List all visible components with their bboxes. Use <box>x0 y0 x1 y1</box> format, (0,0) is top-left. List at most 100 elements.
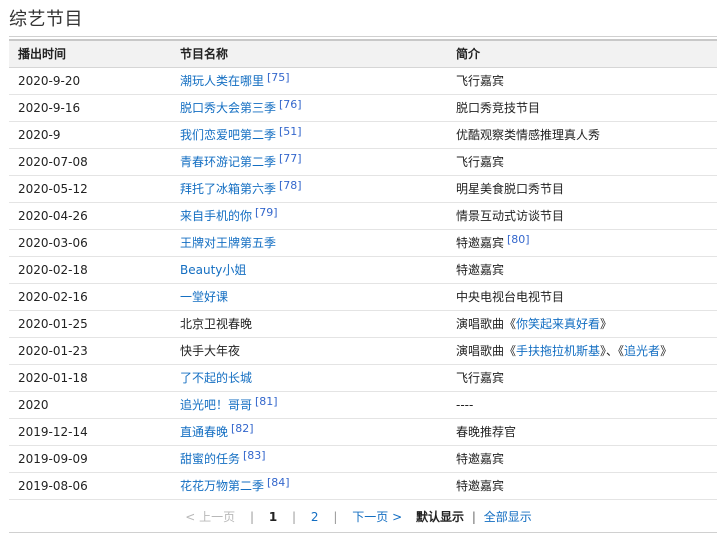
program-name-link[interactable]: 王牌对王牌第五季 <box>180 236 276 250</box>
program-description: 特邀嘉宾 <box>456 452 505 466</box>
current-page: 1 <box>268 510 278 524</box>
reference-link[interactable]: [79] <box>255 206 278 219</box>
broadcast-date: 2020-01-25 <box>9 310 171 338</box>
program-desc-cell: 特邀嘉宾 <box>447 472 717 500</box>
broadcast-date: 2020-9-20 <box>9 67 171 95</box>
table-row: 2019-09-09 甜蜜的任务 [83] 特邀嘉宾 <box>9 445 717 473</box>
table-row: 2020-03-06 王牌对王牌第五季 特邀嘉宾 [80] <box>9 229 717 257</box>
program-name: 北京卫视春晚 <box>180 317 253 331</box>
program-description: 春晚推荐官 <box>456 425 517 439</box>
reference-link[interactable]: [75] <box>267 71 290 84</box>
song-link[interactable]: 手扶拖拉机斯基 <box>516 344 600 358</box>
program-description: ---- <box>456 397 474 412</box>
program-description: 飞行嘉宾 <box>456 371 505 385</box>
section-title: 综艺节目 <box>9 9 83 30</box>
program-desc-cell: 脱口秀竞技节目 <box>447 94 717 122</box>
program-name-cell: 甜蜜的任务 [83] <box>171 445 447 473</box>
description-prefix: 演唱歌曲《 <box>456 317 517 331</box>
description-suffix: 》 <box>660 344 673 358</box>
prev-page-button[interactable]: < 上一页 <box>185 508 235 525</box>
program-name-cell: 北京卫视春晚 <box>171 310 447 338</box>
table-row: 2020-05-12 拜托了冰箱第六季 [78] 明星美食脱口秀节目 <box>9 175 717 203</box>
description-prefix: 演唱歌曲《 <box>456 344 517 358</box>
pager-separator: | <box>292 510 297 524</box>
description-separator: 》、《 <box>600 344 625 358</box>
program-name-cell: 来自手机的你 [79] <box>171 202 447 230</box>
reference-link[interactable]: [77] <box>279 152 302 165</box>
reference-link[interactable]: [76] <box>279 98 302 111</box>
header-name: 节目名称 <box>171 39 447 68</box>
broadcast-date: 2020-02-18 <box>9 256 171 284</box>
program-description: 飞行嘉宾 <box>456 74 505 88</box>
program-name-link[interactable]: 花花万物第二季 <box>180 479 264 493</box>
pager-separator: | <box>333 510 338 524</box>
program-name-link[interactable]: 直通春晚 <box>180 425 228 439</box>
program-description: 脱口秀竞技节目 <box>456 101 541 115</box>
program-name-link[interactable]: 脱口秀大会第三季 <box>180 101 276 115</box>
header-desc: 简介 <box>447 39 717 68</box>
program-name-cell: 追光吧！哥哥 [81] <box>171 391 447 419</box>
program-name-cell: 我们恋爱吧第二季 [51] <box>171 121 447 149</box>
program-desc-cell: 优酷观察类情感推理真人秀 <box>447 121 717 149</box>
program-desc-cell: 特邀嘉宾 [80] <box>447 229 717 257</box>
reference-link[interactable]: [82] <box>231 422 254 435</box>
reference-link[interactable]: [80] <box>507 233 530 246</box>
program-name-link[interactable]: 来自手机的你 <box>180 209 252 223</box>
program-desc-cell: 飞行嘉宾 <box>447 364 717 392</box>
program-desc-cell: 特邀嘉宾 <box>447 256 717 284</box>
reference-link[interactable]: [84] <box>267 476 290 489</box>
program-name-cell: Beauty小姐 <box>171 256 447 284</box>
program-name-cell: 一堂好课 <box>171 283 447 311</box>
program-name-link[interactable]: 一堂好课 <box>180 290 228 304</box>
table-row: 2020-9 我们恋爱吧第二季 [51] 优酷观察类情感推理真人秀 <box>9 121 717 149</box>
broadcast-date: 2020-05-12 <box>9 175 171 203</box>
broadcast-date: 2019-08-06 <box>9 472 171 500</box>
pagination: < 上一页 | 1 | 2 | 下一页 > 默认显示 | 全部显示 <box>0 508 717 525</box>
program-name-link[interactable]: 我们恋爱吧第二季 <box>180 128 276 142</box>
variety-show-table: 播出时间 节目名称 简介 2020-9-20 潮玩人类在哪里 [75] 飞行嘉宾 202… <box>9 39 717 500</box>
default-view-toggle[interactable]: 默认显示 <box>416 508 464 525</box>
program-desc-cell: 特邀嘉宾 <box>447 445 717 473</box>
program-desc-cell: 情景互动式访谈节目 <box>447 202 717 230</box>
reference-link[interactable]: [51] <box>279 125 302 138</box>
broadcast-date: 2020-04-26 <box>9 202 171 230</box>
page-2-link[interactable]: 2 <box>311 510 319 524</box>
bottom-divider <box>9 532 717 533</box>
program-name-link[interactable]: 甜蜜的任务 <box>180 452 240 466</box>
program-desc-cell: 演唱歌曲《手扶拖拉机斯基》、《追光者》 <box>447 337 717 365</box>
table-row: 2020-9-20 潮玩人类在哪里 [75] 飞行嘉宾 <box>9 67 717 95</box>
program-name-link[interactable]: 青春环游记第二季 <box>180 155 276 169</box>
program-description: 情景互动式访谈节目 <box>456 209 565 223</box>
program-name-cell: 拜托了冰箱第六季 [78] <box>171 175 447 203</box>
song-link[interactable]: 你笑起来真好看 <box>516 317 600 331</box>
reference-link[interactable]: [81] <box>255 395 278 408</box>
table-row: 2020-01-23 快手大年夜 演唱歌曲《手扶拖拉机斯基》、《追光者》 <box>9 337 717 365</box>
program-description: 特邀嘉宾 <box>456 236 505 250</box>
program-name-link[interactable]: 潮玩人类在哪里 <box>180 74 264 88</box>
program-desc-cell: 明星美食脱口秀节目 <box>447 175 717 203</box>
program-description: 中央电视台电视节目 <box>456 290 565 304</box>
show-all-toggle[interactable]: 全部显示 <box>484 508 532 525</box>
program-name-link[interactable]: Beauty小姐 <box>180 263 246 277</box>
next-page-button[interactable]: 下一页 > <box>352 508 402 525</box>
song-link[interactable]: 追光者 <box>624 344 660 358</box>
table-row: 2020 追光吧！哥哥 [81] ---- <box>9 391 717 419</box>
reference-link[interactable]: [83] <box>243 449 266 462</box>
broadcast-date: 2020 <box>9 391 171 419</box>
program-desc-cell: 演唱歌曲《你笑起来真好看》 <box>447 310 717 338</box>
table-row: 2020-02-18 Beauty小姐 特邀嘉宾 <box>9 256 717 284</box>
table-row: 2020-04-26 来自手机的你 [79] 情景互动式访谈节目 <box>9 202 717 230</box>
program-description: 优酷观察类情感推理真人秀 <box>456 128 601 142</box>
program-description: 特邀嘉宾 <box>456 479 505 493</box>
program-desc-cell: 飞行嘉宾 <box>447 67 717 95</box>
header-date: 播出时间 <box>9 39 171 68</box>
broadcast-date: 2019-12-14 <box>9 418 171 446</box>
program-name-cell: 快手大年夜 <box>171 337 447 365</box>
broadcast-date: 2020-07-08 <box>9 148 171 176</box>
program-name-link[interactable]: 追光吧！哥哥 <box>180 398 252 412</box>
program-name-cell: 青春环游记第二季 [77] <box>171 148 447 176</box>
program-name-link[interactable]: 了不起的长城 <box>180 371 252 385</box>
reference-link[interactable]: [78] <box>279 179 302 192</box>
table-row: 2020-02-16 一堂好课 中央电视台电视节目 <box>9 283 717 311</box>
program-name-link[interactable]: 拜托了冰箱第六季 <box>180 182 276 196</box>
